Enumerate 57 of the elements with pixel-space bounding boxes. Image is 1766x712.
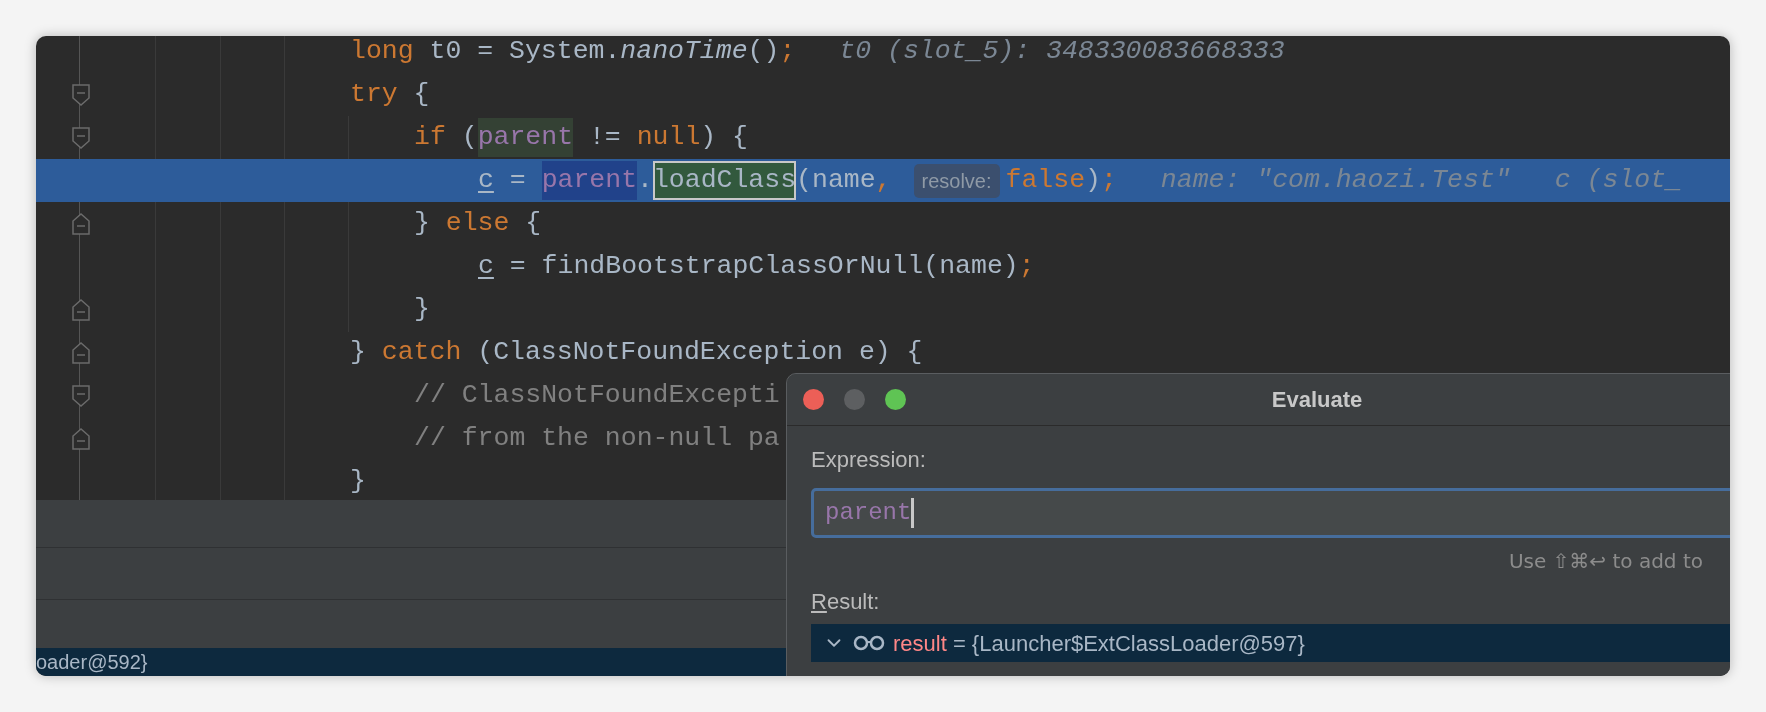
fold-icon[interactable] <box>72 84 90 106</box>
code-keyword: ; <box>779 36 796 68</box>
code-text: = findBootstrapClassOrNull(name) <box>508 249 1019 283</box>
fold-icon[interactable] <box>72 342 90 364</box>
code-text: parent <box>477 117 574 158</box>
shortcut-hint: Use ⇧⌘↩ to add to <box>1508 548 1703 575</box>
inline-hint: c (slot_ <box>1554 163 1682 197</box>
code-text: } <box>414 292 430 326</box>
fold-icon[interactable] <box>72 428 90 450</box>
code-keyword: false <box>1005 163 1086 197</box>
code-text: loadClass <box>652 160 797 201</box>
code-comment: // ClassNotFoundExcepti <box>414 378 780 412</box>
code-keyword: ; <box>1018 249 1035 283</box>
code-text: c <box>478 163 494 197</box>
code-text: } <box>414 206 431 240</box>
code-keyword: null <box>636 120 701 154</box>
code-text: = <box>508 163 527 197</box>
code-keyword: long <box>350 36 414 68</box>
code-text: ( <box>460 120 478 154</box>
code-text: { <box>412 77 430 111</box>
code-text: ) { <box>700 120 748 154</box>
inline-hint: name: "com.haozi.Test" <box>1160 163 1511 197</box>
code-text: nanoTime <box>620 36 748 68</box>
code-text: } <box>350 464 366 498</box>
tree-row[interactable]: oader@592} <box>36 648 786 676</box>
code-text: (ClassNotFoundException e) { <box>476 335 923 369</box>
code-text: } <box>350 335 367 369</box>
window-title: Evaluate <box>1271 386 1363 414</box>
code-keyword: if <box>414 120 446 154</box>
code-keyword: catch <box>381 335 462 369</box>
inline-hint: t0 (slot_5): 348330083668333 <box>839 36 1285 68</box>
glasses-icon <box>853 635 885 651</box>
parameter-hint: resolve: <box>913 163 1000 198</box>
code-text: c <box>478 249 494 283</box>
minimize-button[interactable] <box>844 389 865 410</box>
code-text: ) <box>1085 163 1101 197</box>
field-label: Expression: <box>811 446 927 474</box>
result-label: Result: <box>811 588 881 616</box>
code-text: () <box>747 36 780 68</box>
code-text: != <box>587 120 622 154</box>
code-keyword: , <box>875 163 892 197</box>
fold-icon[interactable] <box>72 213 90 235</box>
result-row[interactable]: result = {Launcher$ExtClassLoader@597} <box>811 624 1730 662</box>
fold-icon[interactable] <box>72 385 90 407</box>
fold-icon[interactable] <box>72 299 90 321</box>
code-keyword: try <box>350 77 398 111</box>
code-text: { <box>524 206 542 240</box>
code-text: t0 = System. <box>428 36 621 68</box>
code-text: parent <box>541 160 638 201</box>
code-comment: // from the non-null pa <box>414 421 780 455</box>
code-keyword: ; <box>1100 163 1117 197</box>
fold-icon[interactable] <box>72 127 90 149</box>
code-text: (name <box>796 163 876 197</box>
zoom-button[interactable] <box>885 389 906 410</box>
close-button[interactable] <box>803 389 824 410</box>
code-keyword: else <box>445 206 510 240</box>
code-text: . <box>637 163 653 197</box>
